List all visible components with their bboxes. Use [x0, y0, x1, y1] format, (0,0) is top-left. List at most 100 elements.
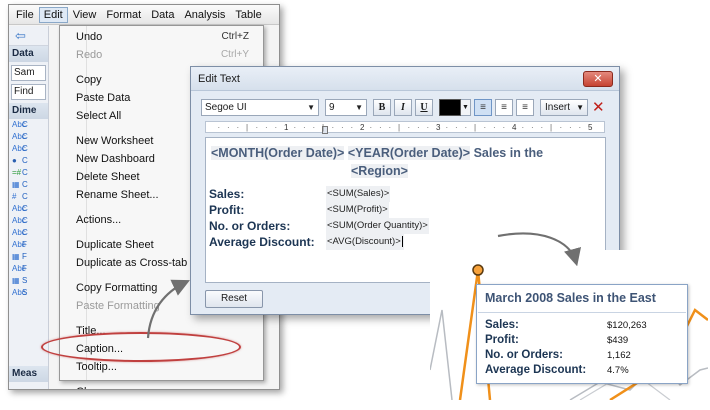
- menu-separator: [60, 376, 263, 383]
- back-arrow-icon[interactable]: ⇦: [15, 28, 26, 44]
- dimension-item-label: C: [22, 204, 28, 213]
- close-button[interactable]: ✕: [583, 71, 613, 87]
- tooltip-preview: March 2008 Sales in the East Sales: $120…: [476, 284, 688, 384]
- ruler-dot: ·: [274, 123, 278, 132]
- tooltip-label-orders: No. or Orders:: [485, 349, 563, 361]
- dimension-item[interactable]: AbcC: [9, 131, 48, 143]
- ruler-dot: ·: [493, 123, 496, 132]
- tooltip-value-sales: $120,263: [607, 320, 647, 331]
- menu-item-label: Duplicate Sheet: [76, 239, 154, 251]
- dimension-item-label: C: [22, 132, 28, 141]
- menu-separator: [60, 315, 263, 322]
- reset-button[interactable]: Reset: [205, 290, 263, 308]
- ruler-dot: ·: [312, 123, 316, 132]
- menu-item-shortcut: Ctrl+Z: [221, 31, 250, 42]
- ruler-dot: ·: [388, 123, 392, 132]
- ruler-dot: ·: [483, 123, 487, 132]
- number-type-icon: #: [12, 192, 17, 201]
- menu-view[interactable]: View: [68, 7, 102, 23]
- menu-item-redo[interactable]: Redo Ctrl+Y: [60, 46, 263, 64]
- ruler-dot: ·: [379, 123, 382, 132]
- ruler-dot: ·: [559, 123, 563, 132]
- dimension-item[interactable]: AbcS: [9, 287, 48, 299]
- tooltip-value-profit: $439: [607, 335, 629, 346]
- dimension-item-label: C: [22, 156, 28, 165]
- format-toolbar: Segoe UI ▼ 9 ▼ B I U ▼ ≡ ≡ ≡ Insert ▼ ✕: [201, 97, 611, 117]
- field-token-orders: <SUM(Order Quantity)>: [326, 218, 429, 234]
- menu-item-label: Duplicate as Cross-tab: [76, 257, 188, 269]
- title-static-text: Sales in the: [473, 146, 544, 160]
- highlighted-data-point[interactable]: [472, 264, 484, 276]
- menu-bar: File Edit View Format Data Analysis Tabl…: [9, 5, 279, 25]
- dimension-item[interactable]: AbcC: [9, 227, 48, 239]
- dimension-list: AbcC AbcC AbcC ● C =#C ▦ C # C AbcC AbcC AbcC AbcF ▦ F A…: [9, 119, 48, 299]
- dimension-item[interactable]: AbcF: [9, 263, 48, 275]
- dimension-item[interactable]: ▦ C: [9, 179, 48, 191]
- menu-item-undo[interactable]: Undo Ctrl+Z: [60, 28, 263, 46]
- insert-field-button[interactable]: Insert ▼: [540, 98, 588, 116]
- text-cursor: [401, 235, 403, 247]
- menu-analysis[interactable]: Analysis: [179, 7, 230, 23]
- ruler-dot: ·: [265, 123, 268, 132]
- font-size-select[interactable]: 9 ▼: [325, 98, 367, 116]
- string-type-icon: Abc: [12, 204, 26, 213]
- dimension-item[interactable]: AbcC: [9, 143, 48, 155]
- table-icon: ▦: [12, 180, 20, 189]
- menu-data[interactable]: Data: [146, 7, 179, 23]
- find-field-box[interactable]: Find: [11, 84, 46, 100]
- tooltip-value-orders: 1,162: [607, 350, 631, 361]
- ruler-dot: ·: [255, 123, 259, 132]
- dimension-item[interactable]: ▦ S: [9, 275, 48, 287]
- menu-edit[interactable]: Edit: [38, 6, 68, 23]
- ruler-tick-label: 2: [360, 123, 365, 132]
- chevron-down-icon[interactable]: ▼: [461, 98, 471, 116]
- close-icon: ✕: [593, 73, 603, 85]
- menu-item-label: Tooltip...: [76, 361, 117, 373]
- clear-text-icon[interactable]: ✕: [592, 99, 605, 116]
- menu-item-label: New Worksheet: [76, 135, 154, 147]
- italic-button[interactable]: I: [394, 98, 412, 116]
- field-label-profit: Profit:: [209, 203, 245, 217]
- dimension-item[interactable]: ▦ F: [9, 251, 48, 263]
- field-label-orders: No. or Orders:: [209, 219, 291, 233]
- ruler-dot: ·: [417, 123, 420, 132]
- data-source-selector[interactable]: Sam: [11, 65, 46, 81]
- menu-file[interactable]: File: [11, 7, 39, 23]
- dimension-item[interactable]: AbcC: [9, 203, 48, 215]
- field-label-sales: Sales:: [209, 187, 245, 201]
- dimension-item[interactable]: AbcF: [9, 239, 48, 251]
- ruler-dot: ·: [464, 123, 468, 132]
- dimension-item[interactable]: =#C: [9, 167, 48, 179]
- dimension-item[interactable]: # C: [9, 191, 48, 203]
- bold-button[interactable]: B: [373, 98, 391, 116]
- menu-table[interactable]: Table: [230, 7, 266, 23]
- chevron-down-icon: ▼: [576, 102, 584, 112]
- insert-label: Insert: [545, 101, 571, 113]
- font-size-value: 9: [329, 101, 335, 113]
- align-right-icon[interactable]: ≡: [516, 98, 534, 116]
- chevron-down-icon: ▼: [355, 102, 363, 112]
- chevron-right-icon: ▶: [249, 383, 255, 389]
- text-ruler: 1 · · · | · · · 2 · · · | · · · 3 · · · | · · · 4 · · · | · · · 5 · · · | · · ·: [205, 121, 605, 134]
- underline-button[interactable]: U: [415, 98, 433, 116]
- menu-item-clear[interactable]: Clear ▶: [60, 383, 263, 389]
- globe-icon: ●: [12, 156, 17, 165]
- ruler-tick-label: 4: [512, 123, 517, 132]
- dimension-item[interactable]: ● C: [9, 155, 48, 167]
- tooltip-label-discount: Average Discount:: [485, 364, 587, 376]
- ruler-dot: ·: [540, 123, 544, 132]
- text-color-swatch[interactable]: [439, 98, 461, 116]
- dimension-item[interactable]: AbcC: [9, 119, 48, 131]
- align-center-icon[interactable]: ≡: [495, 98, 513, 116]
- region-field-wrap: <Region>: [211, 164, 408, 178]
- ruler-dot: |: [550, 123, 553, 132]
- dimension-item[interactable]: AbcC: [9, 215, 48, 227]
- string-type-icon: Abc: [12, 132, 26, 141]
- ruler-dot: ·: [521, 123, 525, 132]
- data-sidebar: ⇦ Data Sam Find Dime AbcC AbcC AbcC ● C =#C ▦ C…: [9, 26, 49, 389]
- align-left-icon[interactable]: ≡: [474, 98, 492, 116]
- dimension-item-label: C: [22, 228, 28, 237]
- font-family-select[interactable]: Segoe UI ▼: [201, 98, 319, 116]
- tooltip-preview-title: March 2008 Sales in the East: [485, 291, 656, 305]
- menu-format[interactable]: Format: [101, 7, 146, 23]
